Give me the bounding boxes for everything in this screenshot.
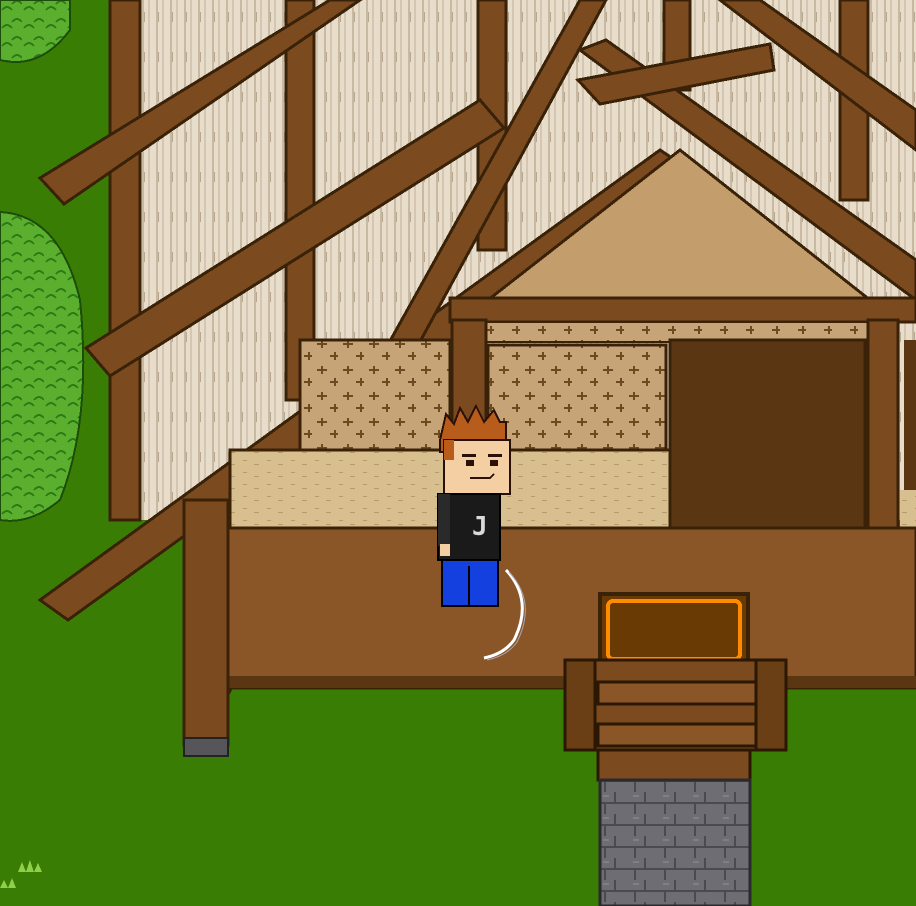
stone-path (598, 778, 752, 906)
tatami-floor-right (900, 490, 916, 530)
scene-canvas[interactable]: J (0, 0, 916, 906)
support-pillar (182, 498, 230, 757)
game-scene[interactable]: J (0, 0, 916, 906)
shirt-letter: J (472, 512, 488, 542)
lattice-window-left (298, 338, 452, 452)
doorway[interactable] (668, 338, 867, 537)
sign-icon[interactable] (598, 592, 750, 668)
lattice-window-right (486, 343, 668, 452)
roof-beam (448, 296, 916, 324)
